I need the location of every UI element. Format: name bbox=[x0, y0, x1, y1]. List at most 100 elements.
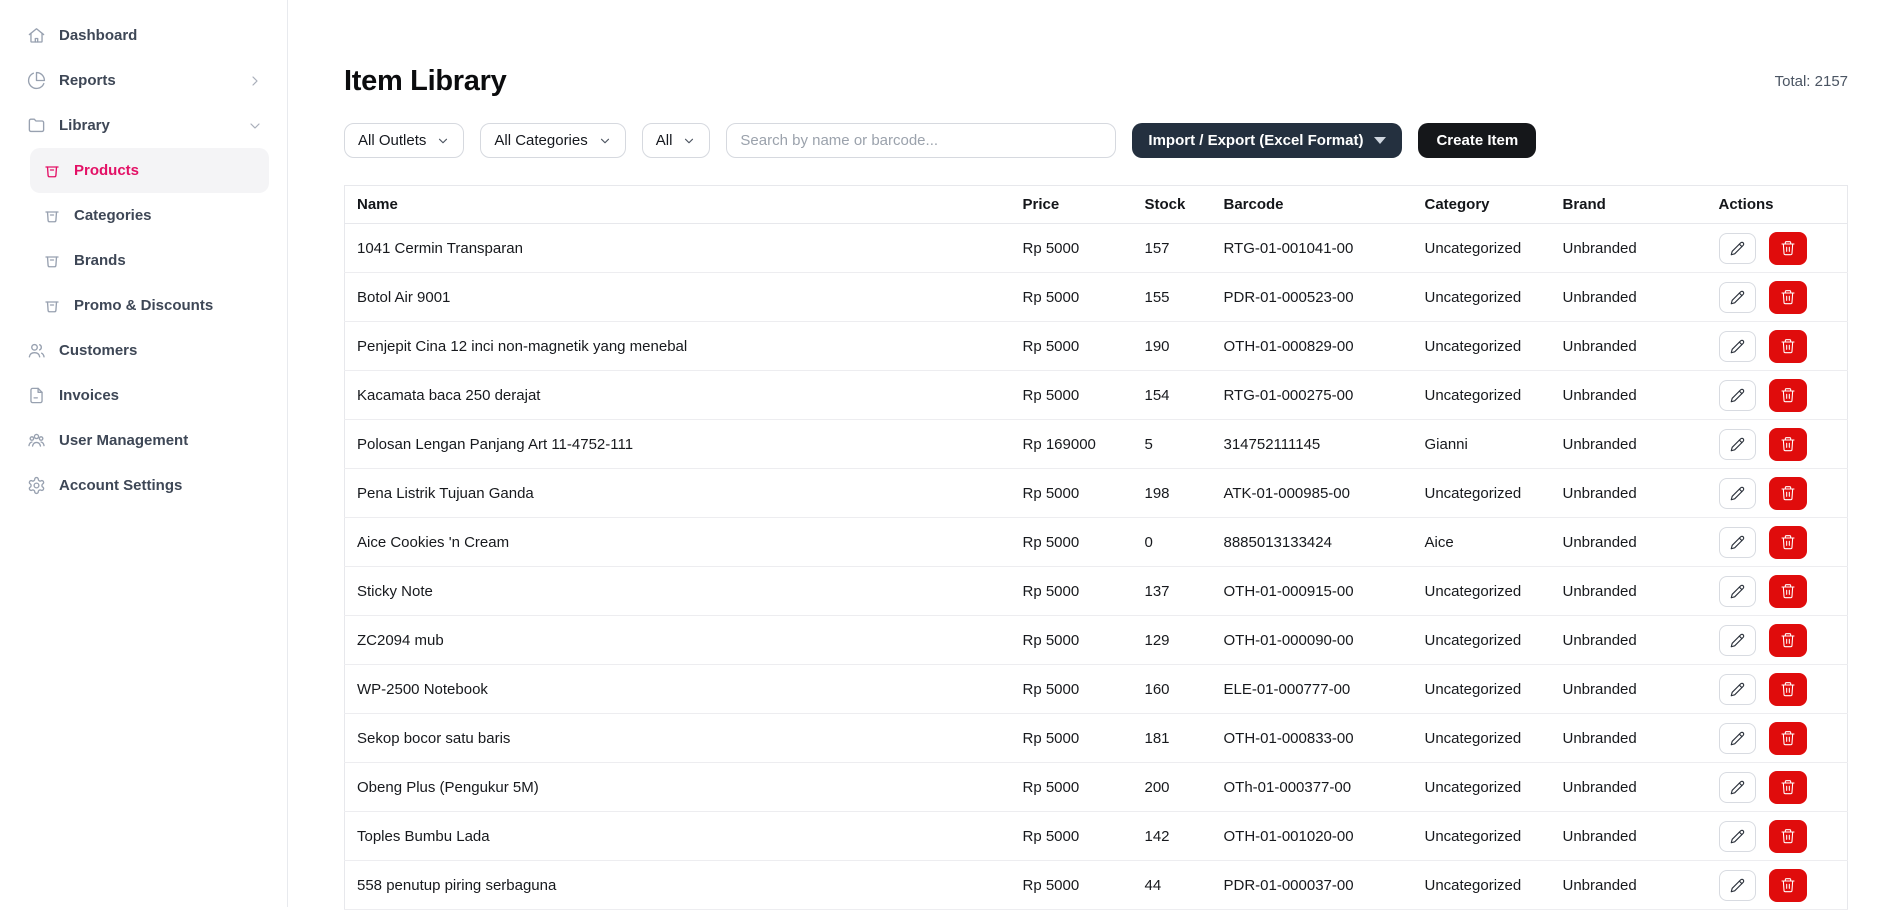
cell-brand: Unbranded bbox=[1551, 812, 1707, 861]
cell-stock: 160 bbox=[1133, 665, 1212, 714]
sidebar-item-account-settings[interactable]: Account Settings bbox=[0, 463, 287, 508]
cell-name: Polosan Lengan Panjang Art 11-4752-111 bbox=[345, 420, 1011, 469]
sidebar-submenu-library: Products Categories Brands bbox=[0, 148, 287, 328]
pencil-icon bbox=[1730, 486, 1745, 501]
cell-category: Uncategorized bbox=[1413, 273, 1551, 322]
edit-item-button[interactable] bbox=[1719, 478, 1756, 509]
cell-price: Rp 5000 bbox=[1011, 224, 1133, 273]
cell-name: Sticky Note bbox=[345, 567, 1011, 616]
edit-item-button[interactable] bbox=[1719, 380, 1756, 411]
delete-item-button[interactable] bbox=[1769, 232, 1807, 265]
categories-filter-label: All Categories bbox=[494, 132, 587, 149]
sidebar-item-label: Promo & Discounts bbox=[74, 297, 213, 314]
pencil-icon bbox=[1730, 829, 1745, 844]
all-filter-dropdown[interactable]: All bbox=[642, 123, 711, 158]
trash-icon bbox=[1780, 877, 1796, 893]
cell-stock: 0 bbox=[1133, 518, 1212, 567]
edit-item-button[interactable] bbox=[1719, 331, 1756, 362]
categories-filter-dropdown[interactable]: All Categories bbox=[480, 123, 625, 158]
cell-actions bbox=[1707, 714, 1848, 763]
cell-price: Rp 5000 bbox=[1011, 518, 1133, 567]
pencil-icon bbox=[1730, 731, 1745, 746]
sidebar-item-label: User Management bbox=[59, 432, 188, 449]
sidebar-item-customers[interactable]: Customers bbox=[0, 328, 287, 373]
cell-stock: 200 bbox=[1133, 763, 1212, 812]
edit-item-button[interactable] bbox=[1719, 429, 1756, 460]
column-header-name: Name bbox=[345, 186, 1011, 224]
delete-item-button[interactable] bbox=[1769, 575, 1807, 608]
table-row: Sekop bocor satu baris Rp 5000 181 OTH-0… bbox=[345, 714, 1848, 763]
sidebar-item-brands[interactable]: Brands bbox=[30, 238, 269, 283]
trash-icon bbox=[1780, 289, 1796, 305]
edit-item-button[interactable] bbox=[1719, 723, 1756, 754]
sidebar-item-promo-discounts[interactable]: Promo & Discounts bbox=[30, 283, 269, 328]
column-header-price: Price bbox=[1011, 186, 1133, 224]
create-item-button[interactable]: Create Item bbox=[1418, 123, 1536, 158]
cell-name: WP-2500 Notebook bbox=[345, 665, 1011, 714]
edit-item-button[interactable] bbox=[1719, 674, 1756, 705]
delete-item-button[interactable] bbox=[1769, 428, 1807, 461]
cell-price: Rp 5000 bbox=[1011, 616, 1133, 665]
cell-category: Uncategorized bbox=[1413, 371, 1551, 420]
cell-price: Rp 5000 bbox=[1011, 322, 1133, 371]
column-header-brand: Brand bbox=[1551, 186, 1707, 224]
delete-item-button[interactable] bbox=[1769, 722, 1807, 755]
delete-item-button[interactable] bbox=[1769, 379, 1807, 412]
sidebar-item-dashboard[interactable]: Dashboard bbox=[0, 13, 287, 58]
delete-item-button[interactable] bbox=[1769, 281, 1807, 314]
all-filter-label: All bbox=[656, 132, 673, 149]
caret-down-icon bbox=[1374, 137, 1386, 144]
items-table: Name Price Stock Barcode Category Brand … bbox=[344, 185, 1848, 910]
sidebar-item-invoices[interactable]: Invoices bbox=[0, 373, 287, 418]
cell-price: Rp 5000 bbox=[1011, 567, 1133, 616]
total-count: Total: 2157 bbox=[1775, 73, 1848, 90]
sidebar-item-user-management[interactable]: User Management bbox=[0, 418, 287, 463]
delete-item-button[interactable] bbox=[1769, 330, 1807, 363]
delete-item-button[interactable] bbox=[1769, 771, 1807, 804]
delete-item-button[interactable] bbox=[1769, 820, 1807, 853]
chevron-down-icon bbox=[436, 134, 450, 148]
sidebar-item-categories[interactable]: Categories bbox=[30, 193, 269, 238]
column-header-barcode: Barcode bbox=[1212, 186, 1413, 224]
delete-item-button[interactable] bbox=[1769, 526, 1807, 559]
search-input[interactable] bbox=[726, 123, 1116, 158]
sidebar-item-products[interactable]: Products bbox=[30, 148, 269, 193]
page-title: Item Library bbox=[344, 65, 506, 98]
sidebar-nav: Dashboard Reports Library bbox=[0, 13, 287, 508]
file-icon bbox=[27, 386, 46, 405]
trash-icon bbox=[1780, 436, 1796, 452]
delete-item-button[interactable] bbox=[1769, 624, 1807, 657]
pencil-icon bbox=[1730, 633, 1745, 648]
cell-name: Kacamata baca 250 derajat bbox=[345, 371, 1011, 420]
sidebar-item-reports[interactable]: Reports bbox=[0, 58, 287, 103]
edit-item-button[interactable] bbox=[1719, 625, 1756, 656]
cell-barcode: ELE-01-000777-00 bbox=[1212, 665, 1413, 714]
delete-item-button[interactable] bbox=[1769, 477, 1807, 510]
cell-name: Aice Cookies 'n Cream bbox=[345, 518, 1011, 567]
cell-price: Rp 5000 bbox=[1011, 371, 1133, 420]
cell-brand: Unbranded bbox=[1551, 371, 1707, 420]
table-row: Sticky Note Rp 5000 137 OTH-01-000915-00… bbox=[345, 567, 1848, 616]
edit-item-button[interactable] bbox=[1719, 576, 1756, 607]
import-export-button[interactable]: Import / Export (Excel Format) bbox=[1132, 123, 1402, 158]
cell-actions bbox=[1707, 616, 1848, 665]
cell-name: Botol Air 9001 bbox=[345, 273, 1011, 322]
cell-category: Uncategorized bbox=[1413, 469, 1551, 518]
cell-barcode: OTh-01-000377-00 bbox=[1212, 763, 1413, 812]
edit-item-button[interactable] bbox=[1719, 527, 1756, 558]
edit-item-button[interactable] bbox=[1719, 821, 1756, 852]
cell-actions bbox=[1707, 420, 1848, 469]
delete-item-button[interactable] bbox=[1769, 673, 1807, 706]
edit-item-button[interactable] bbox=[1719, 870, 1756, 901]
cell-actions bbox=[1707, 861, 1848, 910]
sidebar-item-library[interactable]: Library bbox=[0, 103, 287, 148]
edit-item-button[interactable] bbox=[1719, 772, 1756, 803]
chevron-right-icon bbox=[247, 73, 263, 89]
table-row: Toples Bumbu Lada Rp 5000 142 OTH-01-001… bbox=[345, 812, 1848, 861]
sidebar-item-label: Brands bbox=[74, 252, 126, 269]
edit-item-button[interactable] bbox=[1719, 282, 1756, 313]
table-row: Aice Cookies 'n Cream Rp 5000 0 88850131… bbox=[345, 518, 1848, 567]
outlets-filter-dropdown[interactable]: All Outlets bbox=[344, 123, 464, 158]
delete-item-button[interactable] bbox=[1769, 869, 1807, 902]
edit-item-button[interactable] bbox=[1719, 233, 1756, 264]
